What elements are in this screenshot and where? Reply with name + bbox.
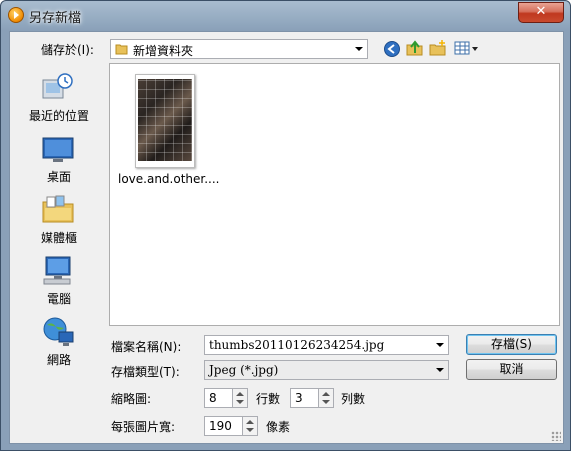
current-folder-name: 新增資料夾 [133,44,194,58]
rows-unit: 行數 [256,392,281,406]
cols-spin-buttons[interactable] [318,389,333,407]
back-icon[interactable] [383,40,401,58]
desktop-icon [42,137,74,162]
cols-value: 3 [295,391,303,405]
network-icon [43,317,74,346]
up-arrow-icon[interactable] [322,392,330,396]
save-in-dropdown[interactable]: 新增資料夾 [110,39,368,59]
file-name[interactable]: love.and.other.... [118,172,220,186]
rows-stepper[interactable]: 8 [204,388,248,408]
filename-value: thumbs20110126234254.jpg [209,338,385,352]
cols-unit: 列數 [341,392,366,406]
app-icon [8,7,24,23]
save-as-dialog: 另存新檔 ✕ 儲存於(I): 新增資料夾 最近的位置 桌面 媒體櫃 電腦 網路 … [0,0,571,451]
save-in-label: 儲存於(I): [41,43,94,57]
save-button[interactable]: 存檔(S) [466,334,557,355]
chevron-down-icon [436,368,444,372]
rows-spin-buttons[interactable] [232,389,247,407]
place-label: 電腦 [46,292,71,306]
filetype-value: Jpeg (*.jpg) [209,363,279,377]
up-folder-icon[interactable] [406,39,424,57]
width-label: 每張圖片寬: [111,420,176,434]
file-thumbnail[interactable] [135,74,195,168]
filename-label: 檔案名稱(N): [111,340,182,354]
chevron-down-icon[interactable] [436,343,444,347]
window-title: 另存新檔 [29,11,82,26]
place-label: 桌面 [46,170,71,184]
place-label: 最近的位置 [28,109,89,123]
cancel-button[interactable]: 取消 [466,359,557,380]
down-arrow-icon[interactable] [236,400,244,404]
width-value: 190 [209,419,232,433]
place-computer[interactable]: 電腦 [10,253,108,313]
new-folder-icon[interactable] [429,39,447,57]
place-desktop[interactable]: 桌面 [10,131,108,191]
recent-places-icon [42,73,73,99]
libraries-icon [42,195,74,223]
down-arrow-icon[interactable] [246,428,254,432]
place-libraries[interactable]: 媒體櫃 [10,192,108,252]
dialog-body: 儲存於(I): 新增資料夾 最近的位置 桌面 媒體櫃 電腦 網路 love.an… [9,31,564,444]
width-stepper[interactable]: 190 [204,416,258,436]
thumbs-label: 縮略圖: [111,392,152,406]
view-menu-icon[interactable] [454,40,480,58]
up-arrow-icon[interactable] [246,420,254,424]
close-button[interactable]: ✕ [518,2,564,23]
chevron-down-icon [355,47,363,51]
filetype-label: 存檔類型(T): [111,365,180,379]
width-unit: 像素 [266,420,291,434]
folder-icon [115,44,128,55]
cols-stepper[interactable]: 3 [290,388,334,408]
filename-input[interactable]: thumbs20110126234254.jpg [204,335,449,355]
width-spin-buttons[interactable] [242,417,257,435]
place-label: 網路 [46,353,71,367]
up-arrow-icon[interactable] [236,392,244,396]
place-recent[interactable]: 最近的位置 [10,70,108,130]
thumbnail-image [138,79,192,161]
file-list[interactable]: love.and.other.... [109,63,560,326]
rows-value: 8 [209,391,217,405]
filetype-dropdown[interactable]: Jpeg (*.jpg) [204,360,449,380]
title-bar[interactable]: 另存新檔 ✕ [1,1,570,29]
place-label: 媒體櫃 [40,231,77,245]
resize-grip[interactable] [551,431,561,441]
computer-icon [43,256,71,285]
place-network[interactable]: 網路 [10,314,108,374]
down-arrow-icon[interactable] [322,400,330,404]
